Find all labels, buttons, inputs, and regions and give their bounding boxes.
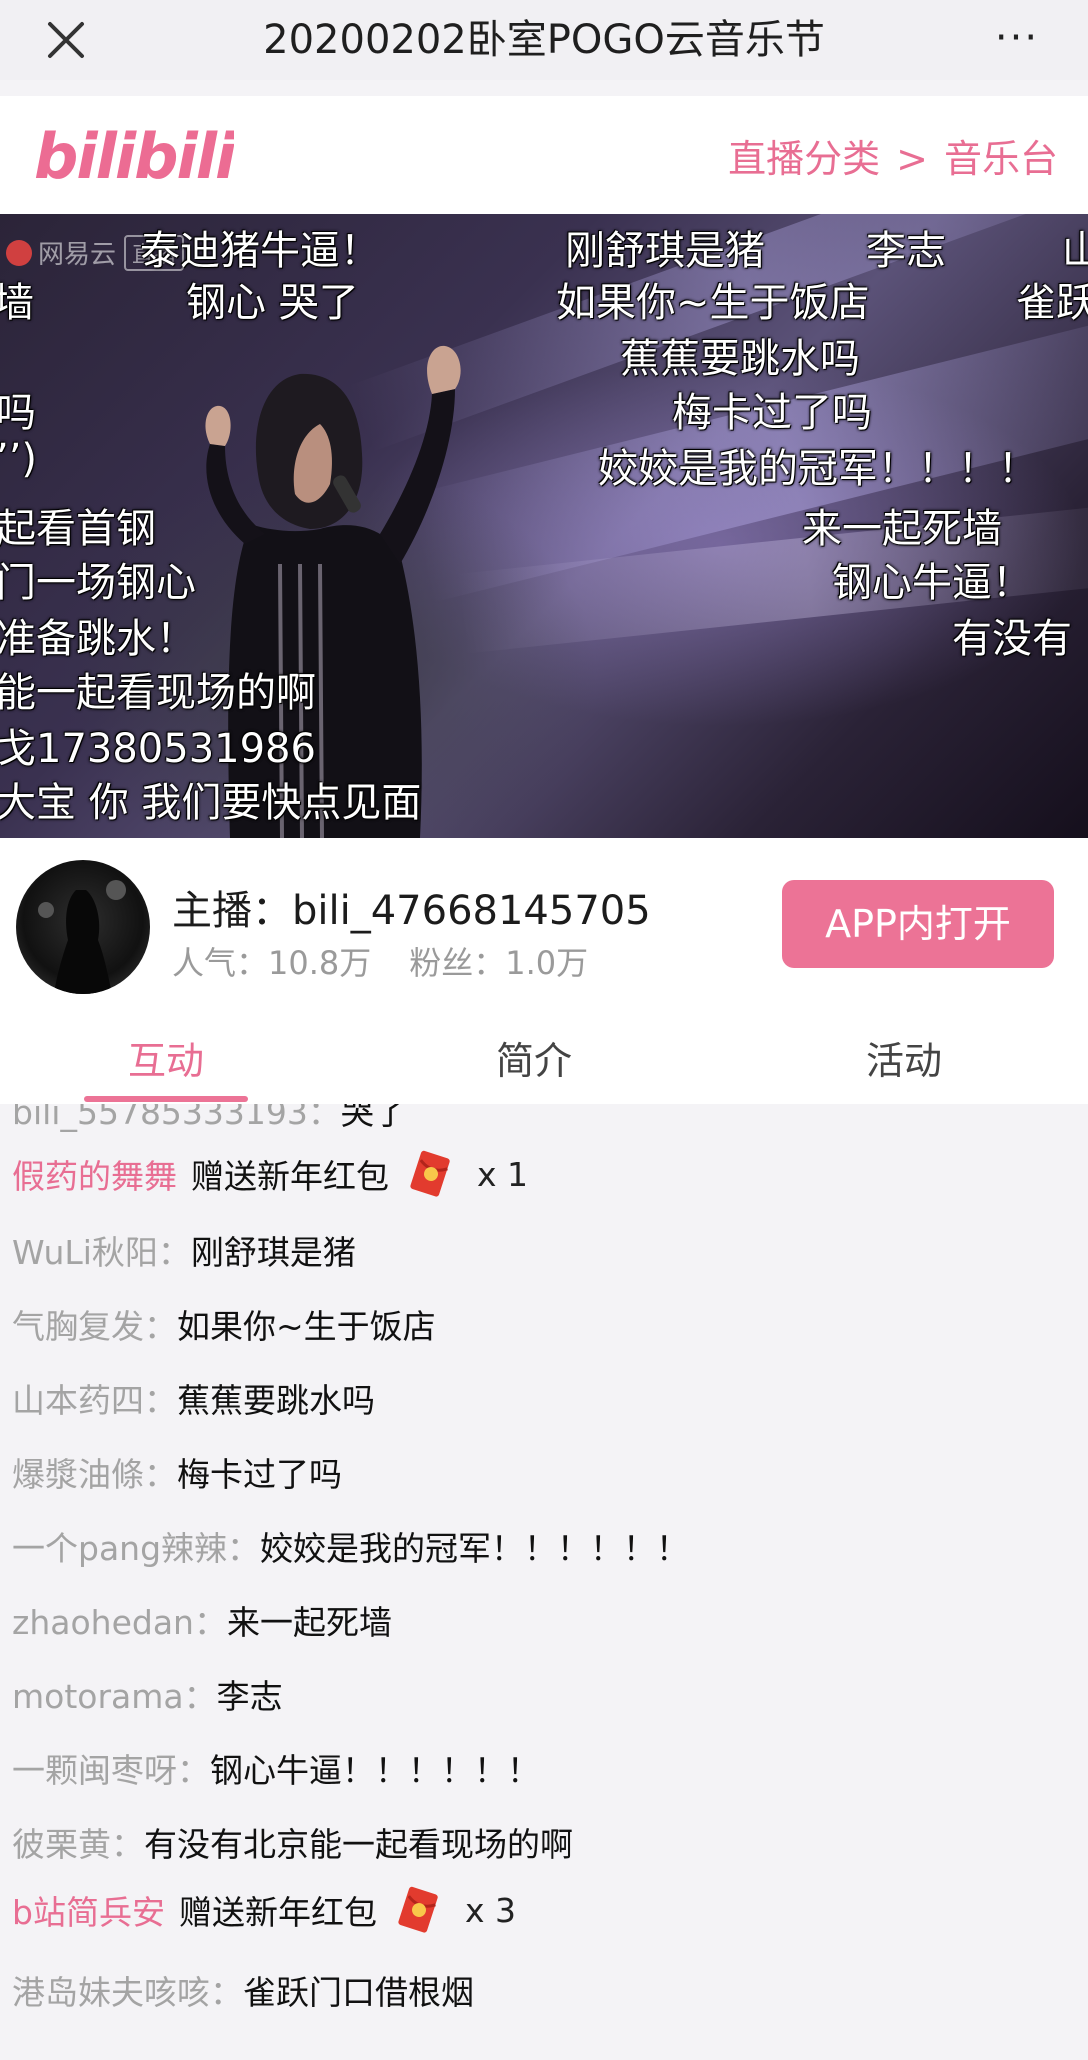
host-name[interactable]: 主播：bili_47668145705 (172, 878, 651, 936)
red-envelope-gift-icon (410, 1150, 450, 1197)
list-item: zhaohedan： 来一起死墙 (12, 1596, 392, 1644)
danmaku: 戈17380531986 (0, 726, 316, 772)
danmaku: 钢心牛逼！ (832, 560, 1032, 606)
chat-text: 赠送新年红包 (191, 1157, 389, 1196)
red-envelope-gift-icon (398, 1886, 438, 1933)
chat-username[interactable]: zhaohedan： (12, 1596, 227, 1644)
chat-username[interactable]: b站简兵安 (12, 1886, 165, 1934)
list-item: bili_55785333193： 哭了 (12, 1104, 407, 1134)
danmaku: 姣姣是我的冠军！！！！ (598, 446, 1038, 492)
breadcrumb-music[interactable]: 音乐台 (944, 137, 1058, 181)
chat-text: 雀跃门口借根烟 (243, 1973, 474, 2012)
breadcrumb-live-category[interactable]: 直播分类 (728, 137, 880, 181)
chat-text: 如果你~生于饭店 (177, 1307, 436, 1346)
danmaku: 吗 (0, 390, 36, 436)
chat-text: 姣姣是我的冠军！！！！！！ (260, 1529, 690, 1568)
danmaku: 门一场钢心 (0, 560, 196, 606)
more-options-icon[interactable]: ··· (982, 18, 1052, 60)
chat-text: 梅卡过了吗 (177, 1455, 342, 1494)
page-title: 20200202卧室POGO云音乐节 (263, 17, 825, 63)
danmaku: ’’) (0, 436, 38, 482)
danmaku: 来一起死墙 (802, 506, 1002, 552)
list-item: 港岛妹夫咳咳： 雀跃门口借根烟 (12, 1966, 474, 2014)
chat-text: 李志 (216, 1677, 283, 1716)
list-item: motorama： 李志 (12, 1670, 283, 1718)
top-bar: 20200202卧室POGO云音乐节 ··· (0, 0, 1088, 80)
bilibili-logo[interactable]: bilibili (34, 116, 234, 196)
tab-interaction[interactable]: 互动 (66, 1008, 266, 1104)
danmaku: 如果你~生于饭店 (556, 280, 870, 326)
chat-username[interactable]: 爆漿油條： (12, 1448, 177, 1496)
gift-count: x 3 (464, 1890, 516, 1930)
site-header: bilibili 直播分类 > 音乐台 (0, 96, 1088, 214)
chat-username[interactable]: 山本药四： (12, 1374, 177, 1422)
danmaku: 雀跃 (1016, 280, 1088, 326)
chat-text: 刚舒琪是猪 (190, 1233, 356, 1272)
danmaku: 刚舒琪是猪 (565, 228, 765, 274)
danmaku: 能一起看现场的啊 (0, 670, 316, 716)
list-item: 爆漿油條： 梅卡过了吗 (12, 1448, 342, 1496)
list-item: b站简兵安 赠送新年红包 x 3 (12, 1886, 516, 1934)
list-item: 一个pang辣辣： 姣姣是我的冠军！！！！！！ (12, 1522, 689, 1570)
chat-username[interactable]: 彼栗黄： (12, 1818, 144, 1866)
watermark-text: 网易云 (38, 240, 117, 270)
chat-list[interactable]: bili_55785333193： 哭了 假药的舞舞 赠送新年红包 x 1 WuLi… (0, 1104, 1088, 2060)
chat-username[interactable]: 一个pang辣辣： (12, 1522, 260, 1570)
breadcrumb: 直播分类 > 音乐台 (728, 128, 1058, 183)
close-icon[interactable] (40, 14, 92, 66)
danmaku: 准备跳水！ (0, 616, 196, 662)
chat-text: 来一起死墙 (226, 1603, 392, 1642)
popularity-count: 人气：10.8万 (172, 944, 372, 982)
list-item: 山本药四： 蕉蕉要跳水吗 (12, 1374, 375, 1422)
danmaku: 有没有 (952, 616, 1072, 662)
danmaku: 起看首钢 (0, 506, 156, 552)
avatar[interactable] (16, 860, 150, 994)
chat-username[interactable]: 一颗闽枣呀： (12, 1744, 210, 1792)
list-item: 一颗闽枣呀： 钢心牛逼！！！！！！ (12, 1744, 540, 1792)
host-info-bar: 主播：bili_47668145705 人气：10.8万 粉丝：1.0万 APP内… (0, 838, 1088, 1008)
host-stats: 人气：10.8万 粉丝：1.0万 (172, 938, 588, 984)
tab-bar: 互动 简介 活动 (0, 1008, 1088, 1104)
netease-logo-icon (6, 239, 32, 266)
breadcrumb-separator: > (896, 137, 928, 181)
danmaku: 梅卡过了吗 (672, 390, 872, 436)
danmaku: 大宝 你 我们要快点见面 (0, 780, 422, 826)
danmaku: 泰迪猪牛逼！ (140, 228, 380, 274)
danmaku: 蕉蕉要跳水吗 (620, 336, 860, 382)
chat-text: 哭了 (340, 1104, 407, 1132)
svg-text:bilibili: bilibili (34, 120, 234, 193)
active-tab-indicator (84, 1096, 248, 1102)
list-item: 彼栗黄： 有没有北京能一起看现场的啊 (12, 1818, 573, 1866)
chat-text: 有没有北京能一起看现场的啊 (144, 1825, 573, 1864)
chat-username[interactable]: 港岛妹夫咳咳： (12, 1966, 243, 2014)
danmaku: 山 (1062, 228, 1088, 274)
list-item: 气胸复发： 如果你~生于饭店 (12, 1300, 436, 1348)
chat-text: 赠送新年红包 (178, 1893, 377, 1932)
chat-text: 蕉蕉要跳水吗 (177, 1381, 375, 1420)
chat-text: 钢心牛逼！！！！！！ (210, 1751, 540, 1790)
list-item: WuLi秋阳： 刚舒琪是猪 (12, 1226, 356, 1274)
open-in-app-button[interactable]: APP内打开 (782, 880, 1054, 968)
follower-count: 粉丝：1.0万 (409, 944, 589, 982)
danmaku: 李志 (866, 228, 946, 274)
chat-username[interactable]: 假药的舞舞 (12, 1150, 177, 1198)
danmaku: 墙 (0, 280, 34, 326)
danmaku: 钢心 哭了 (186, 280, 359, 326)
chat-username[interactable]: WuLi秋阳： (12, 1226, 191, 1274)
tab-intro[interactable]: 简介 (434, 1008, 634, 1104)
gift-count: x 1 (477, 1154, 529, 1194)
tab-activity[interactable]: 活动 (804, 1008, 1004, 1104)
chat-username[interactable]: bili_55785333193： (12, 1104, 341, 1134)
list-item: 假药的舞舞 赠送新年红包 x 1 (12, 1150, 528, 1198)
chat-username[interactable]: motorama： (12, 1670, 217, 1718)
live-video-player[interactable]: 网易云 直播 泰迪猪牛逼！ 刚舒琪是猪 李志 山 墙 钢心 哭了 如果你~生于饭… (0, 214, 1088, 838)
chat-username[interactable]: 气胸复发： (12, 1300, 177, 1348)
